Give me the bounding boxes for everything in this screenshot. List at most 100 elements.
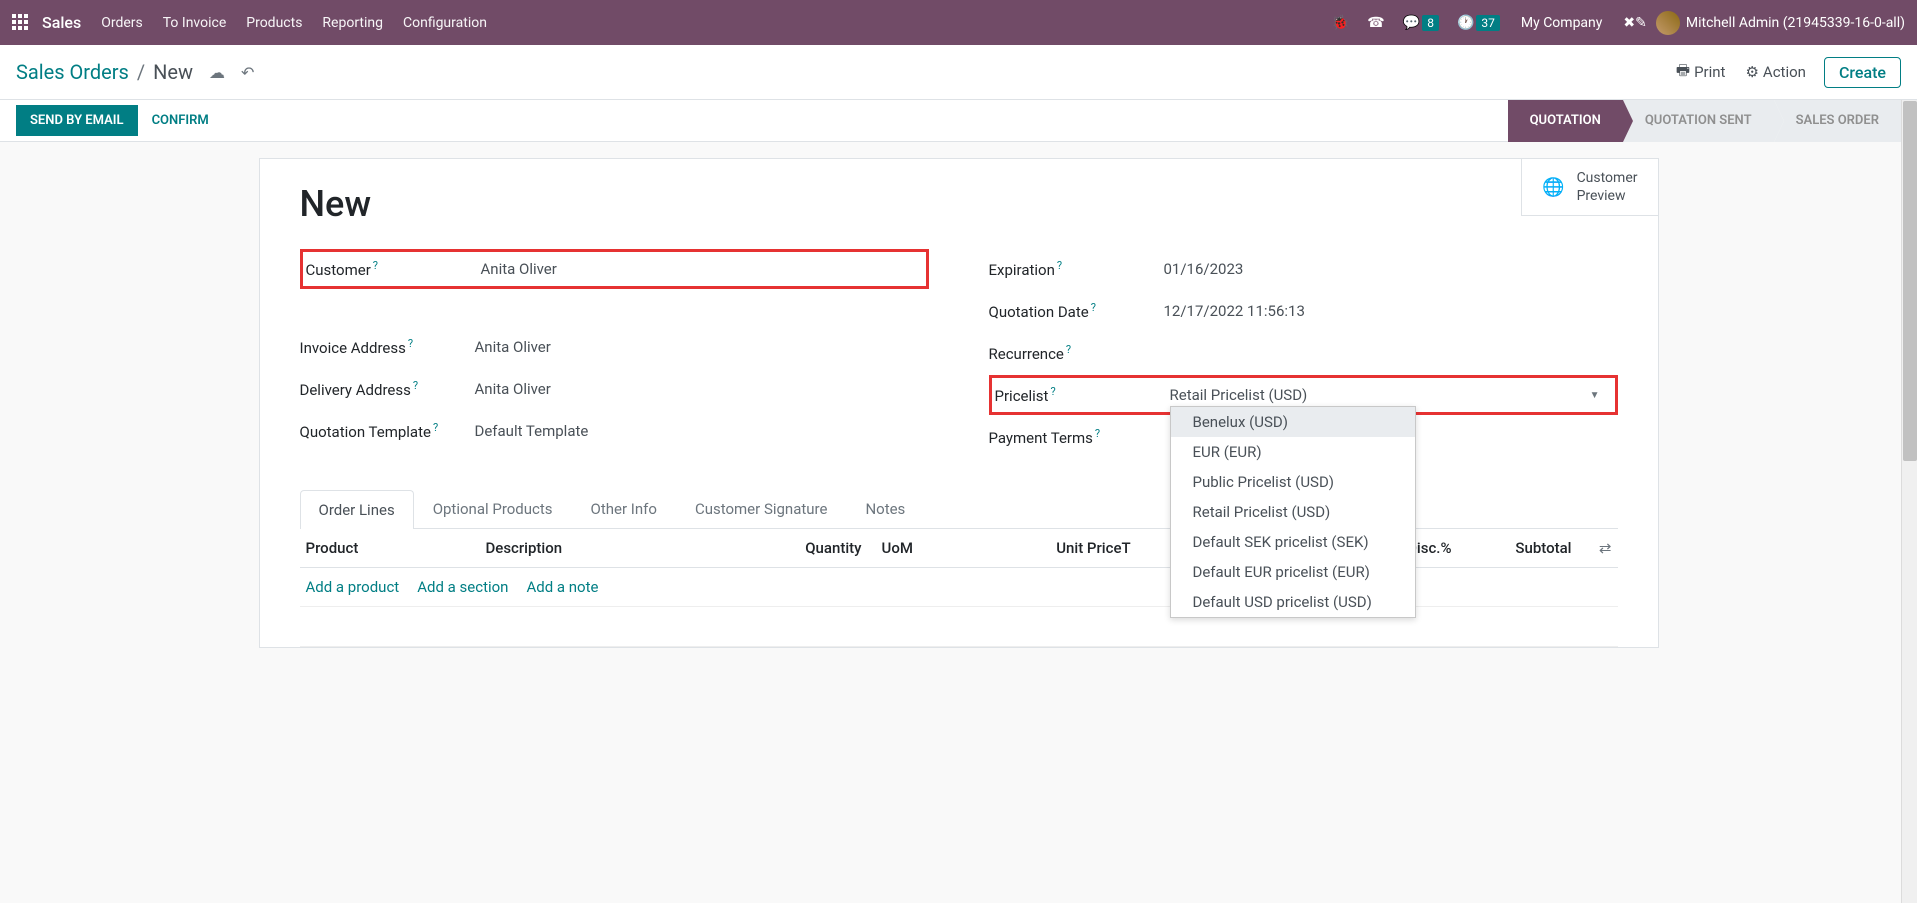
th-description: Description [486, 539, 752, 557]
form-sheet: 🌐 Customer Preview New Customer? Anita O… [259, 158, 1659, 648]
nav-configuration[interactable]: Configuration [403, 15, 487, 31]
table-head: Product Description Quantity UoM Unit Pr… [300, 529, 1618, 568]
expiration-value[interactable]: 01/16/2023 [1164, 260, 1618, 278]
pricelist-dropdown: Benelux (USD) EUR (EUR) Public Pricelist… [1170, 406, 1416, 618]
recurrence-row: Recurrence? [989, 333, 1618, 373]
add-product-link[interactable]: Add a product [306, 578, 400, 596]
help-icon[interactable]: ? [433, 421, 438, 434]
create-button[interactable]: Create [1824, 57, 1901, 88]
table-empty-row [300, 607, 1618, 647]
form-right-col: Expiration? 01/16/2023 Quotation Date? 1… [989, 249, 1618, 459]
chevron-down-icon: ▼ [1590, 390, 1612, 401]
user-menu[interactable]: Mitchell Admin (21945339-16-0-all) [1656, 11, 1905, 35]
delivery-address-value[interactable]: Anita Oliver [475, 380, 929, 398]
print-button[interactable]: 🖶 Print [1676, 60, 1726, 85]
help-icon[interactable]: ? [408, 337, 413, 350]
tools-icon[interactable]: ✖✎ [1623, 15, 1646, 31]
tabs: Order Lines Optional Products Other Info… [300, 489, 1618, 529]
delivery-address-row: Delivery Address? Anita Oliver [300, 369, 929, 409]
help-icon[interactable]: ? [413, 379, 418, 392]
pricelist-select[interactable]: Retail Pricelist (USD) ▼ Benelux (USD) E… [1170, 386, 1612, 404]
breadcrumb-current: New [153, 60, 193, 84]
status-sales-order[interactable]: SALES ORDER [1774, 100, 1901, 142]
chat-icon[interactable]: 💬8 [1403, 15, 1439, 31]
nav-reporting[interactable]: Reporting [322, 15, 383, 31]
confirm-button[interactable]: CONFIRM [138, 105, 223, 136]
status-quotation-sent[interactable]: QUOTATION SENT [1623, 100, 1774, 142]
pricelist-option[interactable]: EUR (EUR) [1171, 437, 1415, 467]
form-title: New [300, 183, 1618, 225]
invoice-address-value[interactable]: Anita Oliver [475, 338, 929, 356]
customer-value[interactable]: Anita Oliver [481, 260, 923, 278]
cloud-icon[interactable]: ☁ [209, 63, 225, 82]
tab-notes[interactable]: Notes [846, 489, 924, 528]
help-icon[interactable]: ? [1091, 301, 1096, 314]
help-icon[interactable]: ? [1095, 427, 1100, 440]
quotation-date-value[interactable]: 12/17/2022 11:56:13 [1164, 302, 1618, 320]
brand-label[interactable]: Sales [42, 13, 81, 32]
chat-badge: 8 [1422, 15, 1439, 31]
clock-badge: 37 [1476, 15, 1500, 31]
tab-optional-products[interactable]: Optional Products [414, 489, 572, 528]
th-subtotal: Subtotal [1452, 539, 1572, 557]
customer-label: Customer? [306, 259, 481, 279]
pricelist-option[interactable]: Default SEK pricelist (SEK) [1171, 527, 1415, 557]
customer-preview-l1: Customer [1577, 169, 1638, 187]
pricelist-option[interactable]: Default EUR pricelist (EUR) [1171, 557, 1415, 587]
help-icon[interactable]: ? [1050, 385, 1055, 398]
support-icon[interactable]: ☎ [1367, 15, 1384, 31]
undo-icon[interactable]: ↶ [241, 63, 254, 82]
th-quantity: Quantity [752, 539, 862, 557]
scrollbar[interactable] [1901, 100, 1917, 903]
help-icon[interactable]: ? [1066, 343, 1071, 356]
globe-icon: 🌐 [1542, 177, 1564, 198]
send-email-button[interactable]: SEND BY EMAIL [16, 105, 138, 136]
nav-orders[interactable]: Orders [101, 15, 143, 31]
quotation-date-row: Quotation Date? 12/17/2022 11:56:13 [989, 291, 1618, 331]
customer-preview-l2: Preview [1577, 187, 1638, 205]
username: Mitchell Admin (21945339-16-0-all) [1686, 15, 1905, 31]
company-label[interactable]: My Company [1521, 15, 1603, 31]
clock-icon[interactable]: 🕐37 [1457, 15, 1500, 31]
breadcrumb-sep: / [137, 60, 145, 84]
add-note-link[interactable]: Add a note [526, 578, 598, 596]
help-icon[interactable]: ? [373, 259, 378, 272]
form-left-col: Customer? Anita Oliver Invoice Address? … [300, 249, 929, 459]
th-t: T [1122, 539, 1152, 557]
nav-products[interactable]: Products [246, 15, 302, 31]
apps-icon[interactable] [12, 14, 30, 32]
tab-customer-signature[interactable]: Customer Signature [676, 489, 847, 528]
action-bar: SEND BY EMAIL CONFIRM QUOTATION QUOTATIO… [0, 100, 1917, 142]
pricelist-option[interactable]: Public Pricelist (USD) [1171, 467, 1415, 497]
customer-preview-button[interactable]: 🌐 Customer Preview [1521, 159, 1657, 216]
pricelist-option[interactable]: Retail Pricelist (USD) [1171, 497, 1415, 527]
scroll-thumb[interactable] [1903, 101, 1917, 461]
adjust-columns-icon[interactable]: ⇄ [1572, 539, 1612, 557]
th-unit-price: Unit Price [942, 539, 1122, 557]
status-quotation[interactable]: QUOTATION [1508, 100, 1623, 142]
th-uom: UoM [862, 539, 942, 557]
breadcrumb-bar: Sales Orders / New ☁ ↶ 🖶 Print ⚙ Action … [0, 45, 1917, 100]
order-lines-table: Product Description Quantity UoM Unit Pr… [300, 529, 1618, 647]
top-nav: Sales Orders To Invoice Products Reporti… [0, 0, 1917, 45]
nav-to-invoice[interactable]: To Invoice [163, 15, 227, 31]
pricelist-row: Pricelist? Retail Pricelist (USD) ▼ Bene… [989, 375, 1618, 415]
invoice-address-row: Invoice Address? Anita Oliver [300, 327, 929, 367]
avatar [1656, 11, 1680, 35]
th-product: Product [306, 539, 486, 557]
expiration-row: Expiration? 01/16/2023 [989, 249, 1618, 289]
pricelist-option[interactable]: Benelux (USD) [1171, 407, 1415, 437]
table-actions-row: Add a product Add a section Add a note [300, 568, 1618, 607]
customer-field-row: Customer? Anita Oliver [300, 249, 929, 289]
tab-other-info[interactable]: Other Info [572, 489, 676, 528]
help-icon[interactable]: ? [1057, 259, 1062, 272]
quotation-template-row: Quotation Template? Default Template [300, 411, 929, 451]
breadcrumb-parent[interactable]: Sales Orders [16, 60, 129, 84]
status-bar: QUOTATION QUOTATION SENT SALES ORDER [1508, 100, 1901, 142]
add-section-link[interactable]: Add a section [417, 578, 508, 596]
action-button[interactable]: ⚙ Action [1745, 63, 1805, 81]
quotation-template-value[interactable]: Default Template [475, 422, 929, 440]
tab-order-lines[interactable]: Order Lines [300, 490, 414, 529]
bug-icon[interactable]: 🐞 [1332, 15, 1349, 31]
pricelist-option[interactable]: Default USD pricelist (USD) [1171, 587, 1415, 617]
